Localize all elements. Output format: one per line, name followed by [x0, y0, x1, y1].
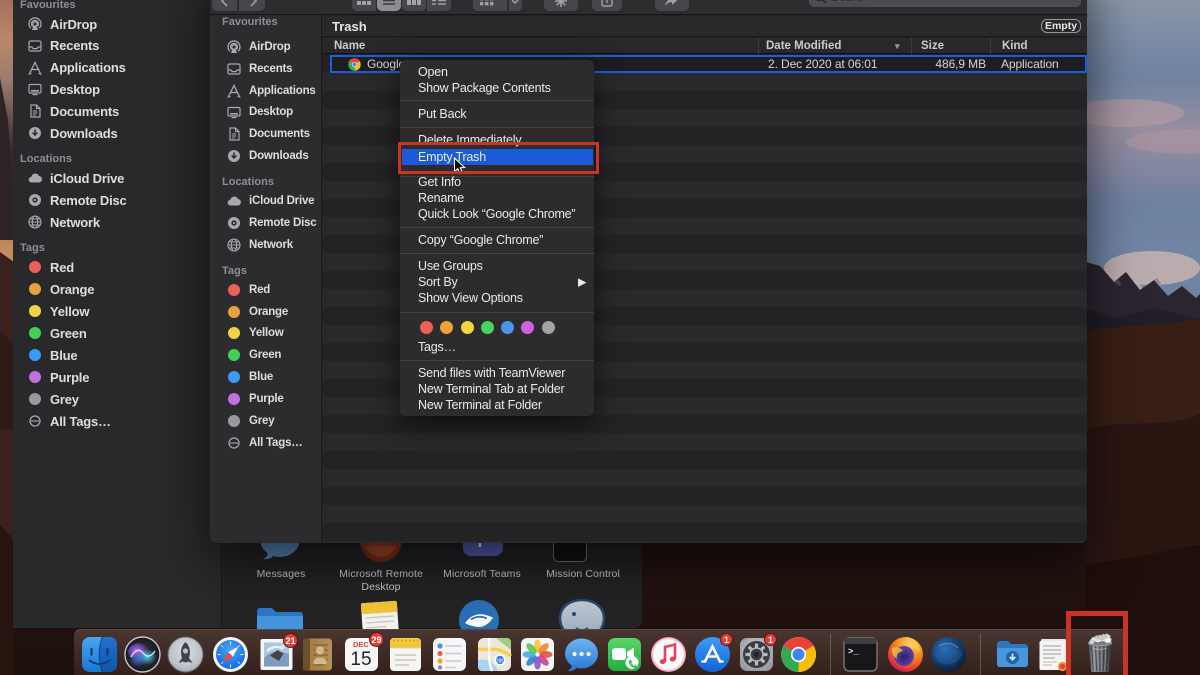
svg-text:280: 280: [495, 659, 504, 665]
svg-text:15: 15: [350, 649, 371, 670]
svg-text:>_: >_: [848, 647, 859, 657]
svg-text:DEC: DEC: [353, 640, 369, 649]
